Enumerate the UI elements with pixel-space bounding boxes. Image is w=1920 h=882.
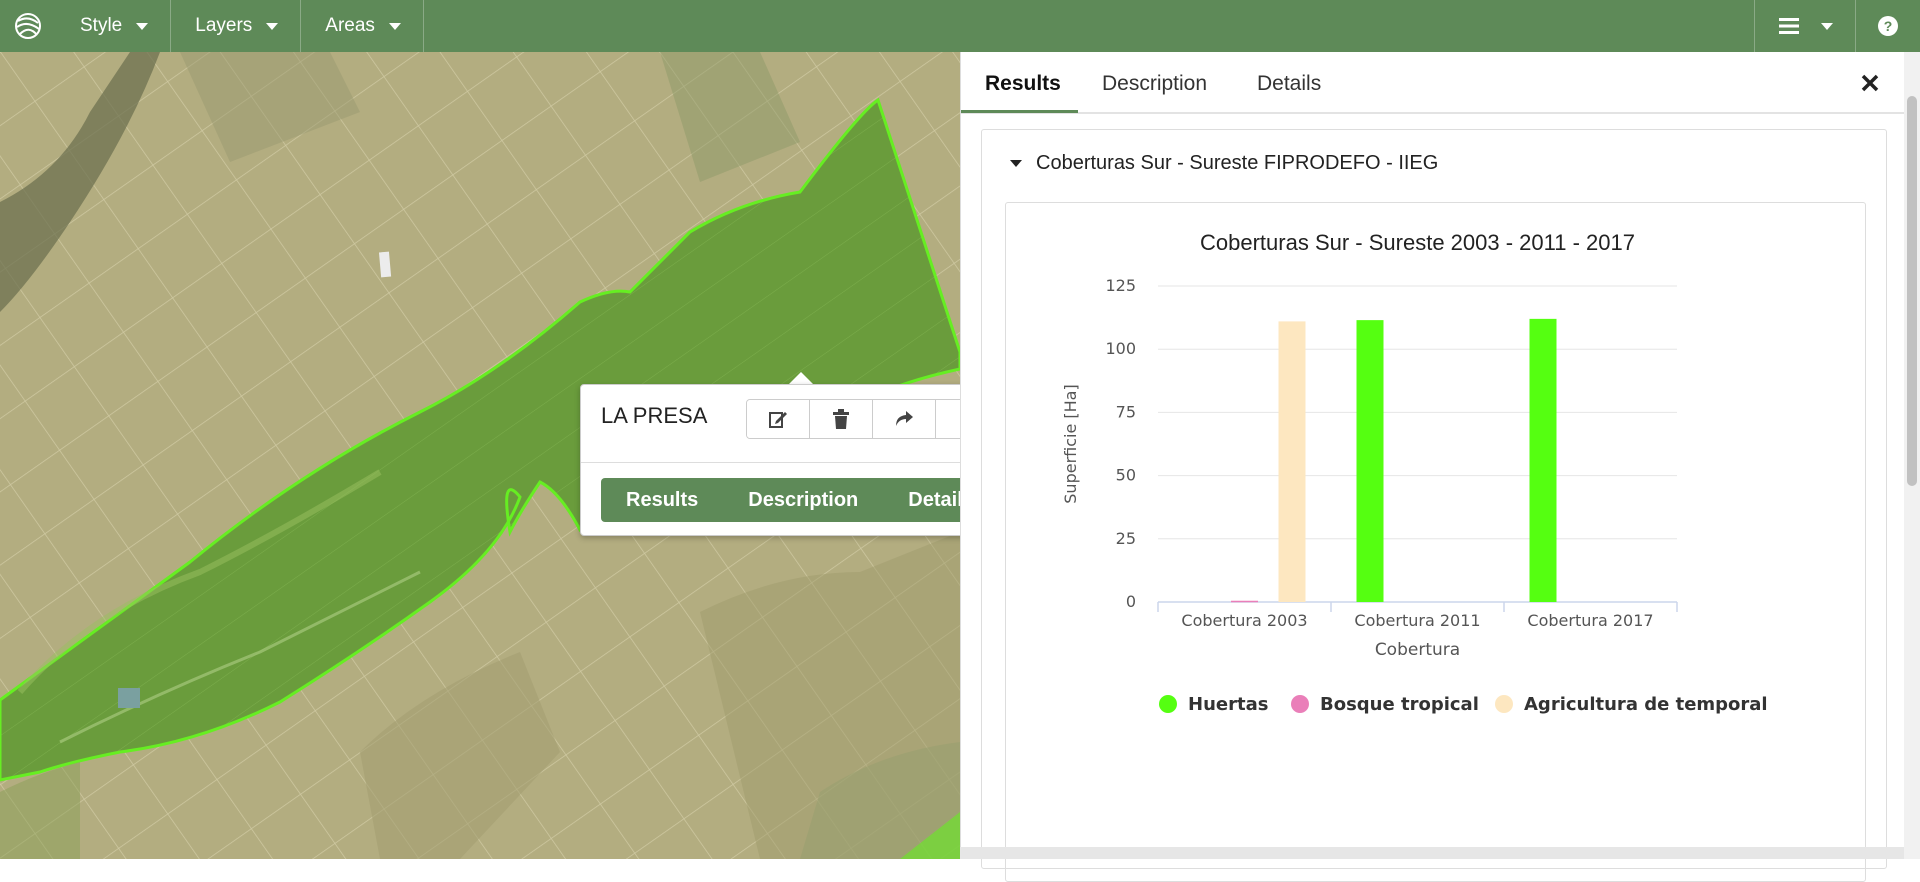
panel-scrollbar[interactable]	[1904, 52, 1920, 859]
layers-menu-label: Layers	[195, 15, 253, 36]
y-tick-label: 100	[1105, 339, 1136, 358]
results-panel: Results Description Details Coberturas S…	[960, 52, 1920, 882]
app-logo-icon[interactable]	[0, 0, 56, 52]
svg-text:?: ?	[1884, 18, 1893, 34]
tab-description[interactable]: Description	[1102, 72, 1207, 96]
y-tick-label: 125	[1105, 276, 1136, 295]
help-icon: ?	[1878, 16, 1898, 36]
popup-toolbar	[746, 399, 967, 439]
y-tick-label: 75	[1116, 402, 1136, 421]
y-tick-label: 50	[1116, 466, 1136, 485]
hamburger-icon	[1779, 18, 1799, 34]
areas-menu-button[interactable]: Areas	[301, 0, 424, 52]
popup-tab-description[interactable]: Description	[723, 489, 883, 512]
x-tick-label: Cobertura 2011	[1354, 611, 1480, 630]
delete-button[interactable]	[810, 400, 873, 438]
caret-down-icon	[1821, 22, 1833, 30]
style-menu-button[interactable]: Style	[56, 0, 172, 52]
close-panel-button[interactable]	[1861, 68, 1879, 99]
tab-details[interactable]: Details	[1257, 72, 1321, 96]
chart-title: Coberturas Sur - Sureste 2003 - 2011 - 2…	[1200, 230, 1635, 255]
edit-button[interactable]	[747, 400, 810, 438]
legend-marker	[1495, 695, 1513, 713]
bar-bosque-tropical	[1231, 600, 1258, 603]
y-tick-label: 0	[1126, 592, 1136, 611]
main-menu-button[interactable]	[1754, 0, 1856, 52]
legend-label: Huertas	[1188, 694, 1268, 715]
legend-label: Bosque tropical	[1320, 694, 1479, 715]
feature-popup: LA PRESA Results Description Details	[580, 384, 981, 536]
collapse-caret-icon	[1010, 160, 1022, 167]
legend-marker	[1159, 695, 1177, 713]
share-icon	[896, 411, 913, 426]
edit-icon	[769, 412, 787, 428]
popup-title: LA PRESA	[601, 403, 708, 428]
caret-down-icon	[388, 22, 401, 30]
popup-divider	[581, 462, 979, 463]
legend-marker	[1291, 695, 1309, 713]
areas-menu-label: Areas	[325, 15, 375, 36]
caret-down-icon	[136, 22, 149, 30]
x-tick-label: Cobertura 2017	[1527, 611, 1653, 630]
bar-chart: Coberturas Sur - Sureste 2003 - 2011 - 2…	[1061, 230, 1768, 715]
bar-huertas	[1356, 320, 1384, 602]
close-icon	[1861, 74, 1879, 92]
y-tick-label: 25	[1116, 529, 1136, 548]
legend-label: Agricultura de temporal	[1524, 694, 1768, 715]
section-title: Coberturas Sur - Sureste FIPRODEFO - IIE…	[1036, 152, 1439, 174]
chart-container: Coberturas Sur - Sureste 2003 - 2011 - 2…	[1005, 202, 1866, 882]
layers-menu-button[interactable]: Layers	[171, 0, 302, 52]
popup-tab-results[interactable]: Results	[601, 489, 723, 512]
tab-results[interactable]: Results	[985, 72, 1061, 96]
bar-huertas	[1529, 318, 1557, 602]
style-menu-label: Style	[80, 15, 123, 36]
panel-horizontal-scroll	[960, 847, 1904, 859]
y-axis-label: Superficie [Ha]	[1061, 384, 1080, 503]
share-button[interactable]	[873, 400, 936, 438]
scrollbar-thumb[interactable]	[1907, 96, 1917, 486]
help-button[interactable]: ?	[1856, 0, 1920, 52]
active-tab-indicator	[961, 110, 1078, 113]
top-toolbar: Style Layers Areas ?	[0, 0, 1920, 52]
popup-tabs: Results Description Details	[601, 478, 981, 522]
x-tick-label: Cobertura 2003	[1181, 611, 1307, 630]
trash-icon	[833, 409, 849, 429]
results-card: Coberturas Sur - Sureste FIPRODEFO - IIE…	[981, 129, 1887, 882]
bar-agricultura-de-temporal	[1278, 321, 1306, 602]
panel-tabs: Results Description Details	[961, 52, 1906, 114]
section-header[interactable]: Coberturas Sur - Sureste FIPRODEFO - IIE…	[1010, 152, 1438, 175]
caret-down-icon	[266, 22, 279, 30]
x-axis-label: Cobertura	[1375, 640, 1460, 660]
